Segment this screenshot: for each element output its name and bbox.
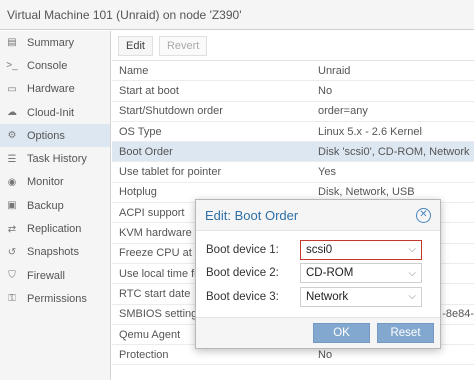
cloud-icon: ☁ [7,107,17,119]
option-key: Start/Shutdown order [119,105,223,118]
option-key: Protection [119,348,169,361]
sidebar-item-label: Options [27,129,65,142]
sidebar-item-cloud-init[interactable]: ☁ Cloud-Init [0,101,110,124]
sidebar-item-label: Summary [27,36,75,49]
sidebar-item-console[interactable]: >_ Console [0,54,110,77]
option-value: Yes [318,166,336,179]
sidebar-item-label: Hardware [27,83,75,96]
select-value: Network [306,290,349,303]
gear-icon: ⚙ [7,130,17,142]
boot-device-1-select[interactable]: scsi0 ⌵ [300,239,422,260]
sidebar-item-label: Task History [27,153,87,166]
boot-device-3-select[interactable]: Network ⌵ [300,286,422,307]
select-value: scsi0 [306,243,333,256]
sidebar: ▤ Summary >_ Console ▭ Hardware ☁ Cloud-Init… [0,31,111,380]
table-row[interactable]: Boot Order Disk 'scsi0', CD-ROM, Network [112,142,474,163]
table-row[interactable]: Use tablet for pointer Yes [112,162,474,183]
dialog-title: Edit: Boot Order [205,207,299,223]
table-row[interactable]: Name Unraid [112,61,474,82]
table-row[interactable]: OS Type Linux 5.x - 2.6 Kernel [112,122,474,143]
history-icon: ↺ [7,246,17,258]
console-icon: >_ [6,60,18,72]
sidebar-item-task-history[interactable]: ☰ Task History [0,147,110,170]
option-value: Unraid [318,64,351,77]
summary-icon: ▤ [7,37,17,49]
hardware-icon: ▭ [7,83,17,95]
sidebar-item-label: Snapshots [27,246,79,259]
revert-button[interactable]: Revert [158,35,208,56]
sidebar-item-firewall[interactable]: ⛉ Firewall [0,264,110,287]
sidebar-item-label: Backup [27,199,64,212]
dialog-footer: OK Reset [196,318,440,348]
field-label: Boot device 2: [206,267,279,280]
option-value: Disk, Network, USB [318,186,415,199]
select-value: CD-ROM [306,267,354,280]
option-key: Name [119,64,149,77]
boot-device-2-field: Boot device 2: CD-ROM ⌵ [196,262,440,286]
shield-icon: ⛉ [8,270,16,282]
sidebar-item-label: Monitor [27,176,64,189]
boot-device-2-select[interactable]: CD-ROM ⌵ [300,263,422,284]
unlock-icon: ⚿ [8,293,16,305]
save-icon: ▣ [7,200,17,212]
option-key: Use tablet for pointer [119,166,222,179]
sidebar-item-options[interactable]: ⚙ Options [0,124,110,148]
edit-button[interactable]: Edit [118,35,153,56]
ok-button[interactable]: OK [313,323,370,343]
option-value: -8e84- [442,308,474,321]
eye-icon: ◉ [7,176,17,188]
sidebar-item-permissions[interactable]: ⚿ Permissions [0,287,110,310]
close-icon[interactable]: ✕ [416,207,431,223]
list-icon: ☰ [7,153,17,165]
edit-boot-order-dialog: Edit: Boot Order ✕ Boot device 1: scsi0 … [195,199,441,349]
table-row[interactable]: Start at boot No [112,81,474,102]
sidebar-item-label: Replication [27,223,82,236]
retweet-icon: ⇄ [7,223,17,235]
sidebar-item-hardware[interactable]: ▭ Hardware [0,78,110,101]
option-key: OS Type [119,125,162,138]
option-value: Disk 'scsi0', CD-ROM, Network [318,145,470,158]
dialog-body: Boot device 1: scsi0 ⌵ Boot device 2: CD… [196,230,440,318]
option-value: No [318,84,333,97]
option-key: Hotplug [119,186,157,199]
boot-device-1-field: Boot device 1: scsi0 ⌵ [196,238,440,262]
table-row[interactable]: Start/Shutdown order order=any [112,102,474,122]
chevron-down-icon[interactable]: ⌵ [408,268,416,279]
sidebar-item-monitor[interactable]: ◉ Monitor [0,171,110,194]
sidebar-item-label: Cloud-Init [27,106,75,119]
sidebar-item-label: Firewall [27,269,65,282]
option-key: Boot Order [119,145,173,158]
chevron-down-icon[interactable]: ⌵ [408,244,416,255]
sidebar-item-label: Console [27,59,68,72]
chevron-down-icon[interactable]: ⌵ [408,291,416,302]
window-title: Virtual Machine 101 (Unraid) on node 'Z3… [0,0,474,30]
sidebar-item-backup[interactable]: ▣ Backup [0,194,110,217]
option-value: No [318,348,333,361]
toolbar: Edit Revert [112,31,474,61]
reset-button[interactable]: Reset [377,323,434,343]
option-key: Start at boot [119,84,179,97]
sidebar-item-summary[interactable]: ▤ Summary [0,31,110,54]
sidebar-item-snapshots[interactable]: ↺ Snapshots [0,241,110,264]
sidebar-item-replication[interactable]: ⇄ Replication [0,217,110,240]
field-label: Boot device 1: [206,243,279,256]
sidebar-item-label: Permissions [27,292,87,305]
option-value: order=any [318,105,368,118]
field-label: Boot device 3: [206,290,279,303]
dialog-header: Edit: Boot Order ✕ [196,200,440,230]
option-value: Linux 5.x - 2.6 Kernel [318,125,422,138]
boot-device-3-field: Boot device 3: Network ⌵ [196,285,440,309]
